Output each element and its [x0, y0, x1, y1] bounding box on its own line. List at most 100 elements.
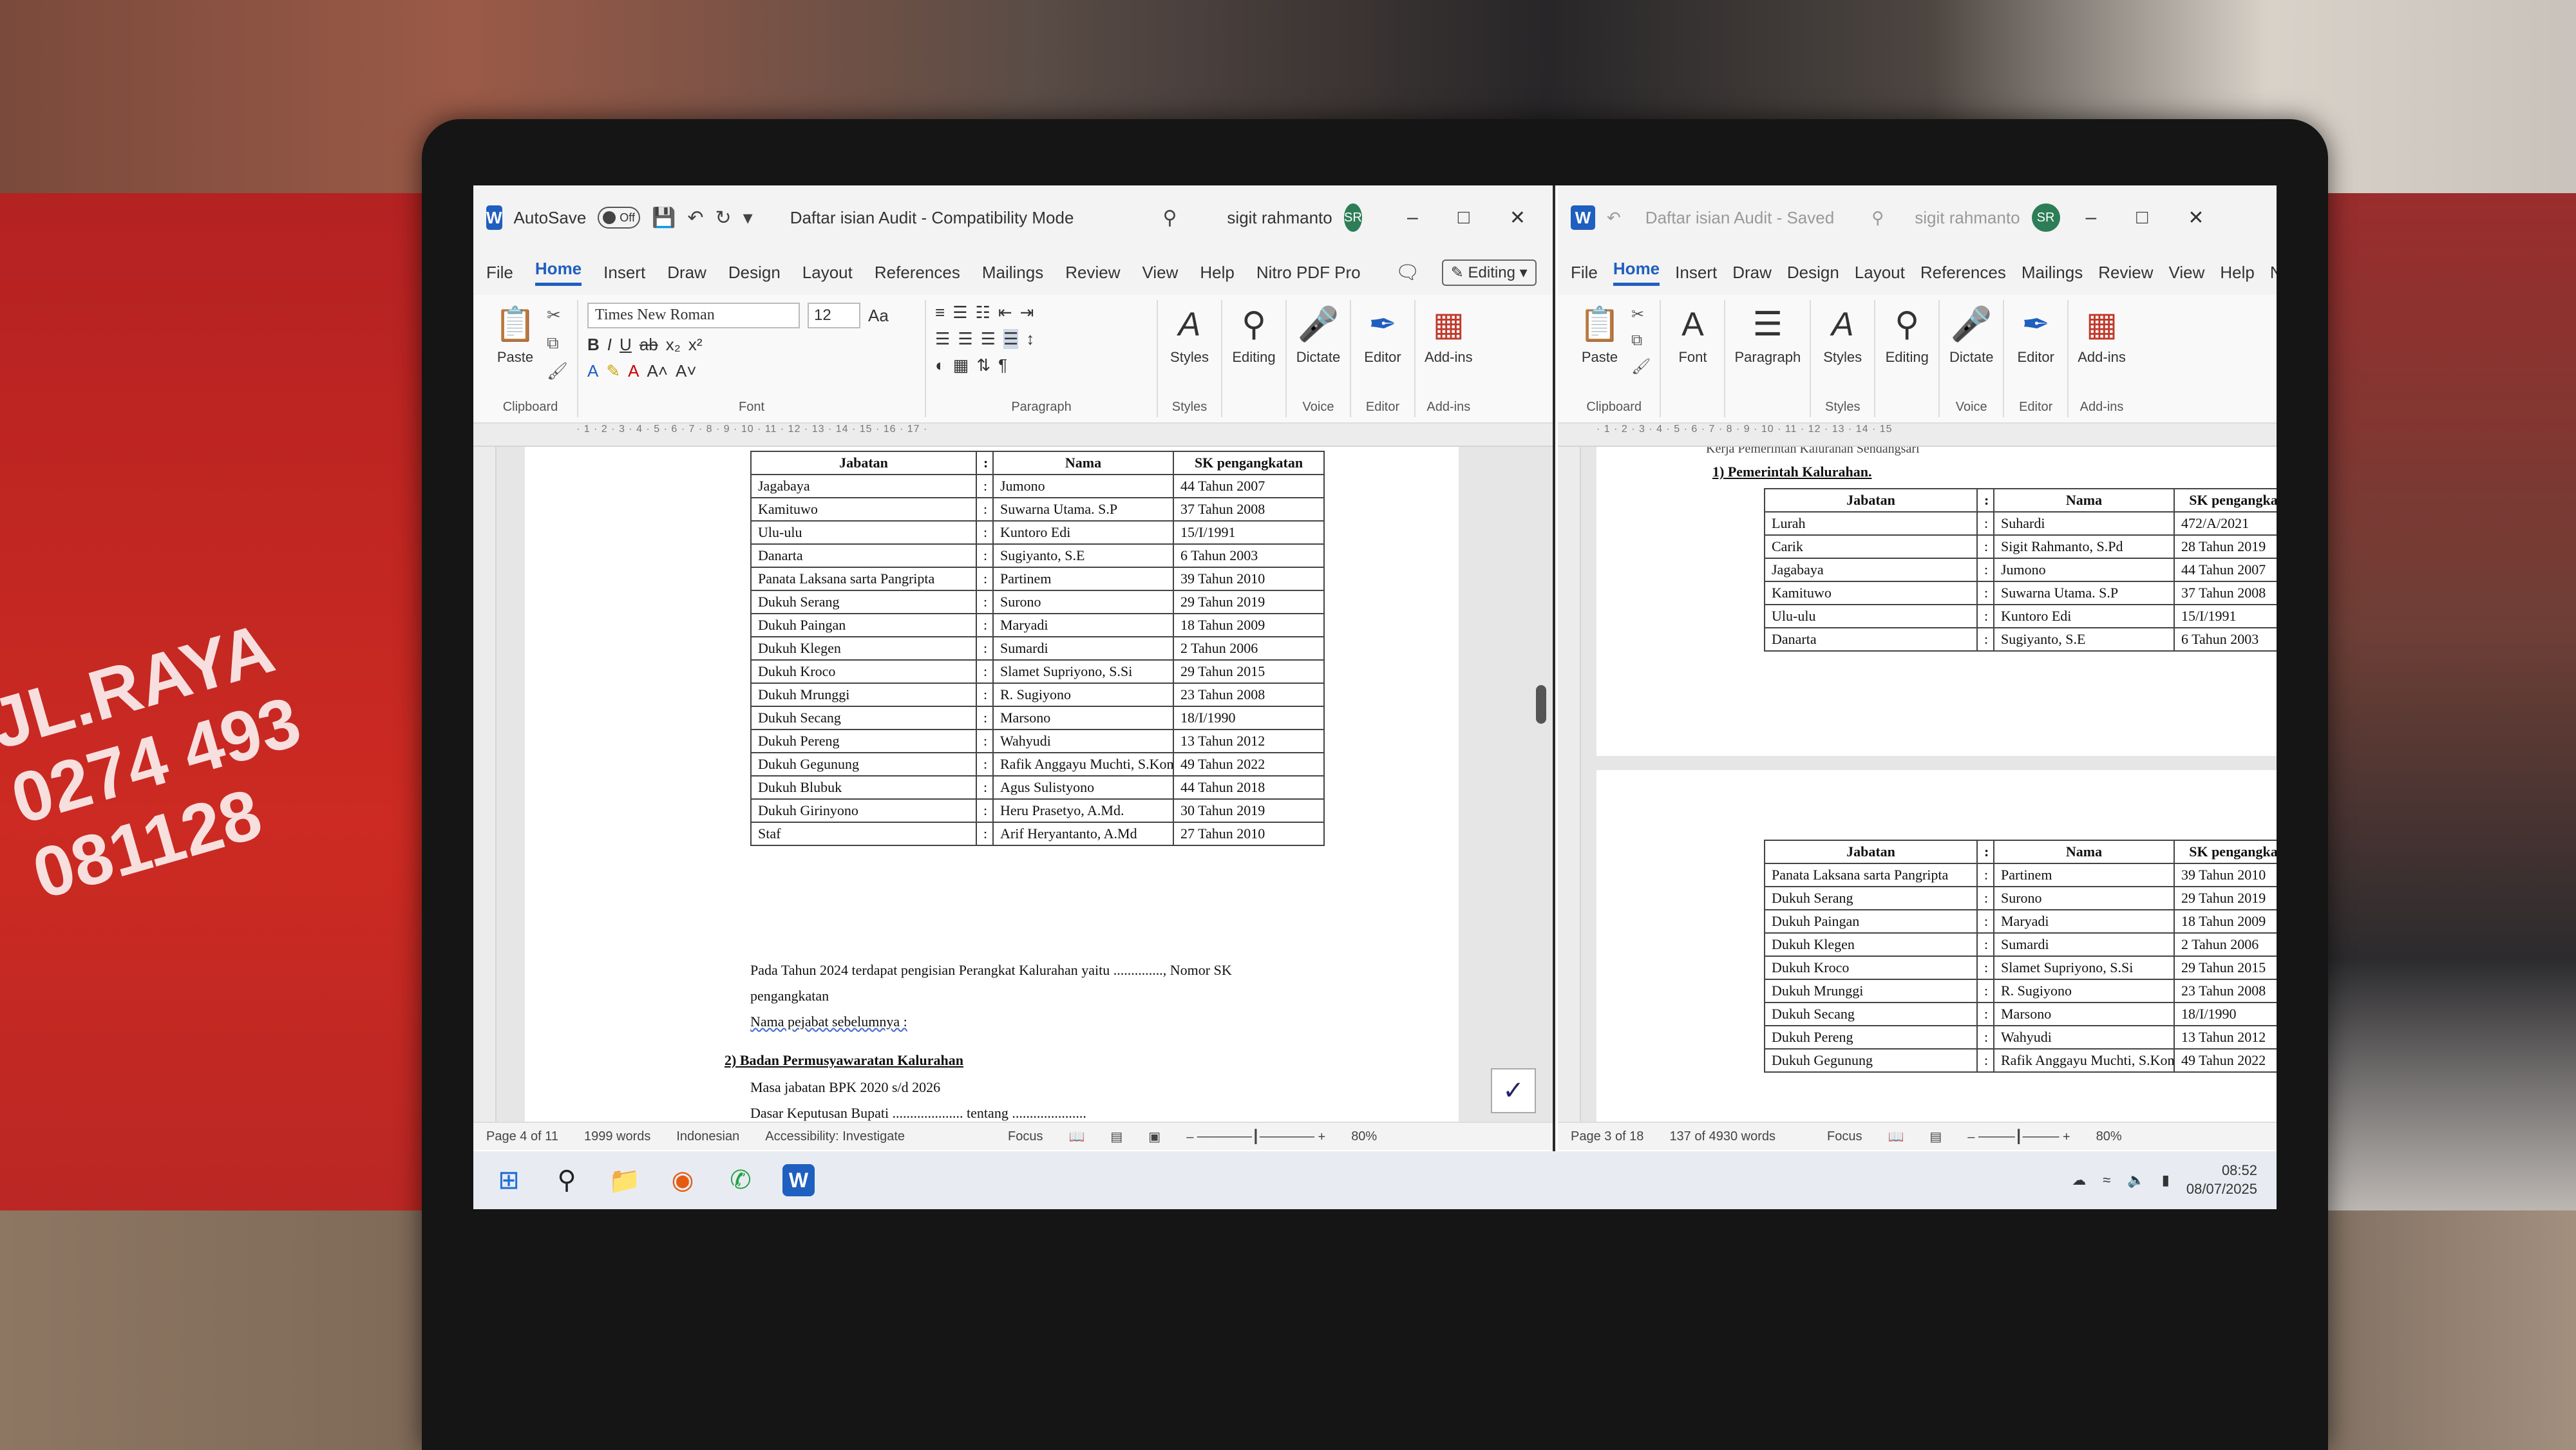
copy-icon[interactable]: ⧉ [1631, 332, 1651, 350]
tab-file[interactable]: File [486, 263, 513, 283]
cell-nama[interactable]: Marsono [992, 706, 1174, 730]
cell-sk[interactable]: 49 Tahun 2022 [1173, 752, 1325, 777]
cell-nama[interactable]: Jumono [1993, 558, 2175, 582]
vertical-scrollbar[interactable] [1536, 685, 1546, 724]
user-name-right[interactable]: sigit rahmanto [1915, 208, 2020, 228]
bold-icon[interactable]: B [587, 335, 600, 355]
zoom-slider[interactable]: – ──────┃────── + [1186, 1129, 1325, 1145]
cell-colon[interactable]: : [976, 683, 994, 707]
show-formatting-icon[interactable]: ¶ [998, 355, 1007, 375]
tab-draw[interactable]: Draw [667, 263, 706, 283]
addins-button[interactable]: ▦ Add-ins [2078, 305, 2126, 366]
cell-sk[interactable]: 29 Tahun 2015 [1173, 659, 1325, 684]
numbering-icon[interactable]: ☰ [952, 303, 967, 323]
avatar[interactable]: SR [2031, 203, 2060, 232]
cell-sk[interactable]: 23 Tahun 2008 [1173, 683, 1325, 707]
cell-nama[interactable]: Slamet Supriyono, S.Si [992, 659, 1174, 684]
cut-icon[interactable]: ✂ [1631, 305, 1651, 324]
paragraph-masa-jabatan[interactable]: Masa jabatan BPK 2020 s/d 2026 [750, 1079, 940, 1096]
wifi-icon[interactable]: ≈ [2103, 1172, 2110, 1189]
tab-nitro-pdf[interactable]: Nitro PDF Pro [1256, 263, 1361, 283]
cell-nama[interactable]: Marsono [1993, 1002, 2175, 1026]
cell-sk[interactable]: 13 Tahun 2012 [1173, 729, 1325, 753]
editing-button[interactable]: ⚲ Editing [1231, 305, 1276, 366]
cell-jabatan[interactable]: Lurah [1764, 511, 1978, 536]
cell-sk[interactable]: 29 Tahun 2019 [2174, 886, 2277, 910]
tab-file[interactable]: File [1571, 263, 1598, 283]
check-icon[interactable]: ✓ [1491, 1068, 1536, 1113]
format-painter-icon[interactable]: 🖌 [547, 361, 568, 381]
cell-jabatan[interactable]: Panata Laksana sarta Pangripta [750, 567, 977, 591]
cell-jabatan[interactable]: Dukuh Pereng [1764, 1025, 1978, 1050]
tab-references[interactable]: References [875, 263, 960, 283]
clock[interactable]: 08:52 08/07/2025 [2186, 1162, 2257, 1198]
cell-colon[interactable]: : [976, 752, 994, 777]
quick-access-dropdown-icon[interactable]: ▾ [743, 207, 753, 229]
cell-sk[interactable]: 2 Tahun 2006 [1173, 636, 1325, 661]
accessibility-status[interactable]: Accessibility: Investigate [765, 1129, 905, 1144]
cell-jabatan[interactable]: Dukuh Blubuk [750, 775, 977, 800]
editor-button[interactable]: ✒ Editor [1360, 305, 1405, 366]
autosave-toggle[interactable]: Off [598, 207, 640, 229]
cell-colon[interactable]: : [976, 775, 994, 800]
cell-colon[interactable]: : [1976, 909, 1994, 934]
cell-nama[interactable]: Slamet Supriyono, S.Si [1993, 956, 2175, 980]
zoom-level[interactable]: 80% [2096, 1129, 2122, 1144]
cell-nama[interactable]: R. Sugiyono [992, 683, 1174, 707]
page-count[interactable]: Page 4 of 11 [486, 1129, 558, 1144]
cell-colon[interactable]: : [1976, 604, 1994, 628]
tab-layout[interactable]: Layout [802, 263, 853, 283]
cell-colon[interactable]: : [976, 590, 994, 614]
cell-colon[interactable]: : [976, 659, 994, 684]
cell-nama[interactable]: Sugiyanto, S.E [1993, 627, 2175, 652]
tab-layout[interactable]: Layout [1855, 263, 1905, 283]
heading-pemerintah[interactable]: 1) Pemerintah Kalurahan. [1712, 464, 1872, 480]
copy-icon[interactable]: ⧉ [547, 333, 568, 353]
justify-icon[interactable]: ☰ [1003, 329, 1019, 349]
page-count[interactable]: Page 3 of 18 [1571, 1129, 1643, 1144]
cell-jabatan[interactable]: Dukuh Serang [1764, 886, 1978, 910]
file-explorer-icon[interactable]: 📁 [609, 1164, 641, 1196]
heading-bpk[interactable]: 2) Badan Permusyawaratan Kalurahan [724, 1052, 963, 1069]
cell-nama[interactable]: Sigit Rahmanto, S.Pd [1993, 534, 2175, 559]
cell-colon[interactable]: : [976, 474, 994, 498]
cell-sk[interactable]: 37 Tahun 2008 [2174, 581, 2277, 605]
whatsapp-icon[interactable]: ✆ [724, 1164, 757, 1196]
tab-view[interactable]: View [2168, 263, 2204, 283]
paragraph-button[interactable]: ☰ Paragraph [1734, 305, 1801, 366]
paste-button[interactable]: 📋 Paste [493, 305, 538, 366]
firefox-icon[interactable]: ◉ [667, 1164, 699, 1196]
cell-sk[interactable]: 39 Tahun 2010 [2174, 863, 2277, 887]
cell-jabatan[interactable]: Dukuh Gegunung [1764, 1048, 1978, 1073]
vertical-ruler[interactable] [473, 447, 497, 1122]
tab-help[interactable]: Help [2220, 263, 2254, 283]
cell-jabatan[interactable]: Ulu-ulu [750, 520, 977, 545]
cell-colon[interactable]: : [1976, 956, 1994, 980]
cell-colon[interactable]: : [1976, 534, 1994, 559]
sort-icon[interactable]: ⇅ [976, 355, 990, 375]
start-windows-icon[interactable]: ⊞ [493, 1164, 525, 1196]
minimize-icon[interactable]: – [1393, 207, 1432, 229]
user-name[interactable]: sigit rahmanto [1227, 208, 1332, 228]
cell-sk[interactable]: 27 Tahun 2010 [1173, 822, 1325, 846]
cell-jabatan[interactable]: Panata Laksana sarta Pangripta [1764, 863, 1978, 887]
tab-help[interactable]: Help [1200, 263, 1234, 283]
cell-nama[interactable]: Kuntoro Edi [1993, 604, 2175, 628]
cell-sk[interactable]: 472/A/2021 [2174, 511, 2277, 536]
cell-jabatan[interactable]: Jagabaya [750, 474, 977, 498]
section-title[interactable]: Kerja Pemerintah Kalurahan Sendangsari [1706, 447, 1920, 457]
search-icon[interactable]: ⚲ [1162, 207, 1177, 229]
cell-nama[interactable]: Rafik Anggayu Muchti, S.Kom [1993, 1048, 2175, 1073]
addins-button[interactable]: ▦ Add-ins [1425, 305, 1473, 366]
cell-colon[interactable]: : [976, 613, 994, 637]
avatar[interactable]: SR [1343, 203, 1363, 232]
cell-colon[interactable]: : [1976, 863, 1994, 887]
styles-button[interactable]: A Styles [1820, 305, 1865, 366]
cell-nama[interactable]: Kuntoro Edi [992, 520, 1174, 545]
tab-design[interactable]: Design [1787, 263, 1839, 283]
cell-colon[interactable]: : [1976, 581, 1994, 605]
cell-jabatan[interactable]: Dukuh Pereng [750, 729, 977, 753]
cell-jabatan[interactable]: Staf [750, 822, 977, 846]
cell-sk[interactable]: 18 Tahun 2009 [2174, 909, 2277, 934]
redo-icon[interactable]: ↻ [715, 207, 731, 229]
